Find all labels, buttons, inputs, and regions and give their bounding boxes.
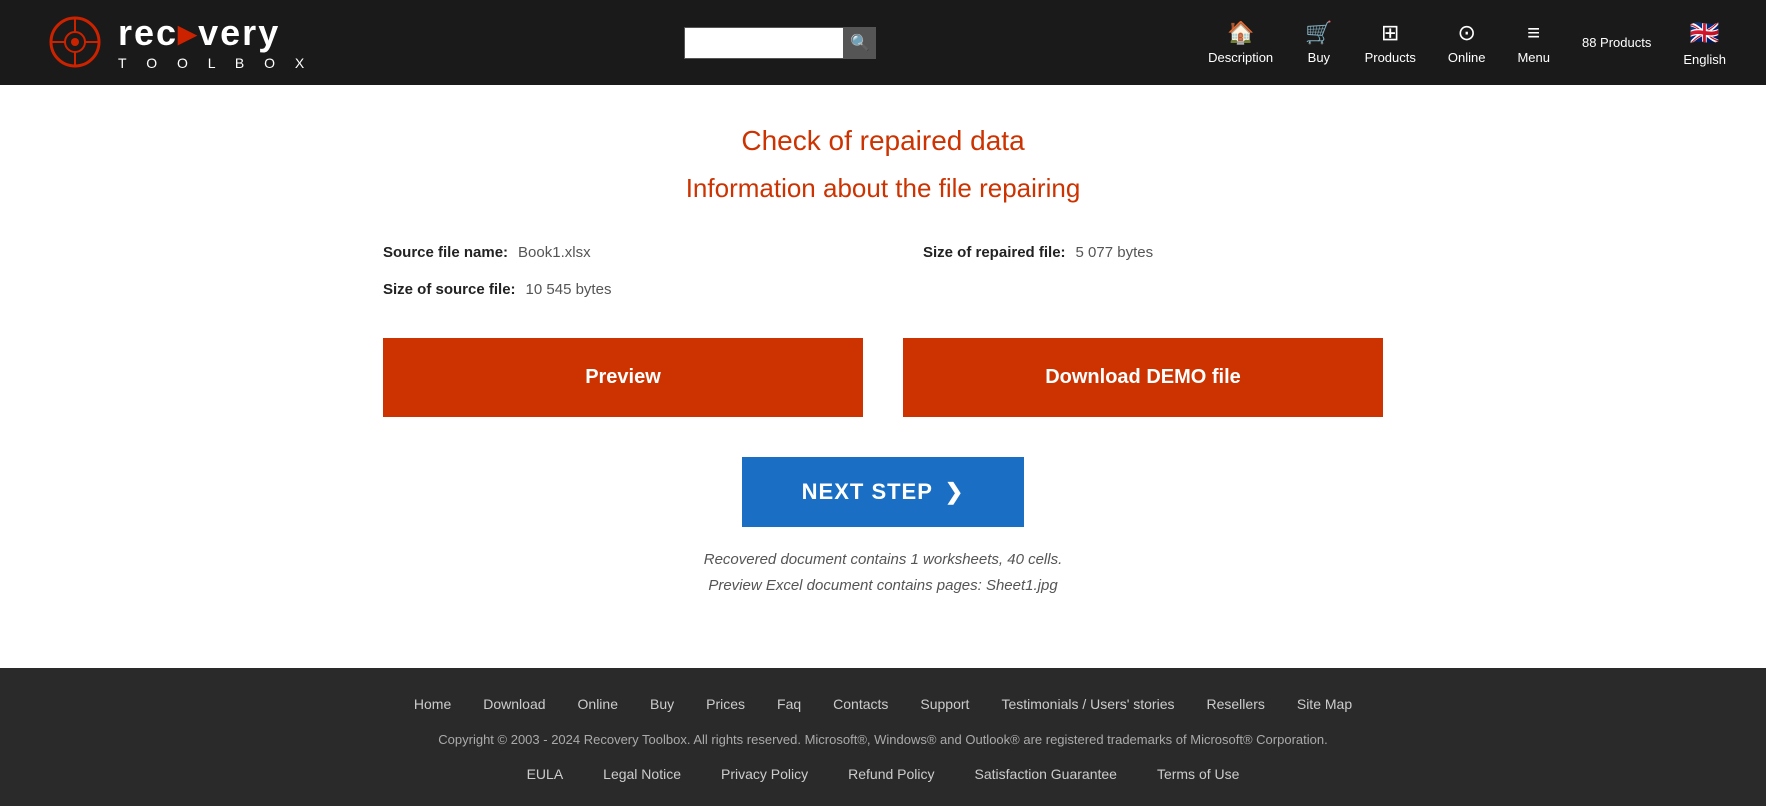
flag-icon: 🇬🇧 [1690, 19, 1720, 48]
nav-buy[interactable]: 🛒 Buy [1305, 20, 1332, 65]
nav-description-label: Description [1208, 50, 1273, 65]
footer-nav: Home Download Online Buy Prices Faq Cont… [40, 696, 1726, 712]
footer-link-contacts[interactable]: Contacts [833, 696, 888, 712]
footer-copyright: Copyright © 2003 - 2024 Recovery Toolbox… [40, 730, 1726, 750]
nav-menu-label: Menu [1517, 50, 1550, 65]
online-icon: ⊙ [1457, 20, 1475, 46]
menu-icon: ≡ [1527, 20, 1540, 46]
recovered-line2: Preview Excel document contains pages: S… [704, 573, 1063, 599]
footer-link-sitemap[interactable]: Site Map [1297, 696, 1352, 712]
source-file-label: Source file name: [383, 244, 508, 261]
recovered-line1: Recovered document contains 1 worksheets… [704, 547, 1063, 573]
chevron-right-icon: ❯ [945, 479, 964, 505]
home-icon: 🏠 [1227, 20, 1254, 46]
footer-link-download[interactable]: Download [483, 696, 545, 712]
site-footer: Home Download Online Buy Prices Faq Cont… [0, 668, 1766, 806]
footer-refund[interactable]: Refund Policy [848, 766, 934, 782]
footer-link-faq[interactable]: Faq [777, 696, 801, 712]
source-file-value: Book1.xlsx [518, 244, 591, 261]
repaired-size-value: 5 077 bytes [1076, 244, 1154, 261]
logo-text-block: rec▸very T O O L B O X [118, 15, 312, 71]
footer-terms[interactable]: Terms of Use [1157, 766, 1239, 782]
footer-legal-notice[interactable]: Legal Notice [603, 766, 681, 782]
nav-english[interactable]: 🇬🇧 English [1683, 19, 1726, 67]
page-subtitle: Information about the file repairing [686, 173, 1081, 204]
recovered-info: Recovered document contains 1 worksheets… [704, 547, 1063, 598]
search-button[interactable]: 🔍 [844, 27, 876, 59]
next-step-button[interactable]: NEXT STEP ❯ [742, 457, 1025, 527]
next-step-area: NEXT STEP ❯ Recovered document contains … [704, 457, 1063, 598]
nav-online-label: Online [1448, 50, 1486, 65]
logo-icon [40, 15, 110, 70]
footer-eula[interactable]: EULA [527, 766, 564, 782]
source-size-row: Size of source file: 10 545 bytes [383, 281, 843, 298]
footer-link-home[interactable]: Home [414, 696, 451, 712]
logo-main-text: rec▸very [118, 15, 312, 51]
cart-icon: 🛒 [1305, 20, 1332, 46]
main-content: Check of repaired data Information about… [0, 85, 1766, 668]
source-file-row: Source file name: Book1.xlsx [383, 244, 843, 261]
nav-area: 🏠 Description 🛒 Buy ⊞ Products ⊙ Online … [1208, 19, 1726, 67]
nav-buy-label: Buy [1308, 50, 1330, 65]
footer-link-prices[interactable]: Prices [706, 696, 745, 712]
search-area: 🔍 [684, 27, 876, 59]
file-info-grid: Source file name: Book1.xlsx Size of rep… [383, 244, 1383, 298]
nav-products-label: Products [1365, 50, 1416, 65]
footer-satisfaction[interactable]: Satisfaction Guarantee [975, 766, 1117, 782]
footer-legal: EULA Legal Notice Privacy Policy Refund … [40, 766, 1726, 782]
nav-products[interactable]: ⊞ Products [1365, 20, 1416, 65]
footer-link-online[interactable]: Online [578, 696, 618, 712]
products-count-badge: 88 Products [1582, 35, 1651, 50]
source-size-value: 10 545 bytes [526, 281, 612, 298]
logo-area: rec▸very T O O L B O X [40, 15, 312, 71]
site-header: rec▸very T O O L B O X 🔍 🏠 Description 🛒… [0, 0, 1766, 85]
nav-online[interactable]: ⊙ Online [1448, 20, 1486, 65]
nav-menu[interactable]: ≡ Menu [1517, 20, 1550, 65]
footer-link-testimonials[interactable]: Testimonials / Users' stories [1001, 696, 1174, 712]
nav-description[interactable]: 🏠 Description [1208, 20, 1273, 65]
footer-link-buy[interactable]: Buy [650, 696, 674, 712]
action-buttons-row: Preview Download DEMO file [383, 338, 1383, 417]
page-title: Check of repaired data [741, 125, 1024, 157]
footer-link-resellers[interactable]: Resellers [1207, 696, 1265, 712]
footer-link-support[interactable]: Support [920, 696, 969, 712]
nav-products-count: 88 Products [1582, 35, 1651, 50]
nav-english-label: English [1683, 52, 1726, 67]
preview-button[interactable]: Preview [383, 338, 863, 417]
search-input[interactable] [684, 27, 844, 59]
grid-icon: ⊞ [1381, 20, 1399, 46]
next-step-label: NEXT STEP [802, 479, 933, 505]
footer-privacy[interactable]: Privacy Policy [721, 766, 808, 782]
source-size-label: Size of source file: [383, 281, 516, 298]
repaired-size-row: Size of repaired file: 5 077 bytes [923, 244, 1383, 261]
repaired-size-label: Size of repaired file: [923, 244, 1066, 261]
logo-sub-text: T O O L B O X [118, 55, 312, 71]
download-demo-button[interactable]: Download DEMO file [903, 338, 1383, 417]
